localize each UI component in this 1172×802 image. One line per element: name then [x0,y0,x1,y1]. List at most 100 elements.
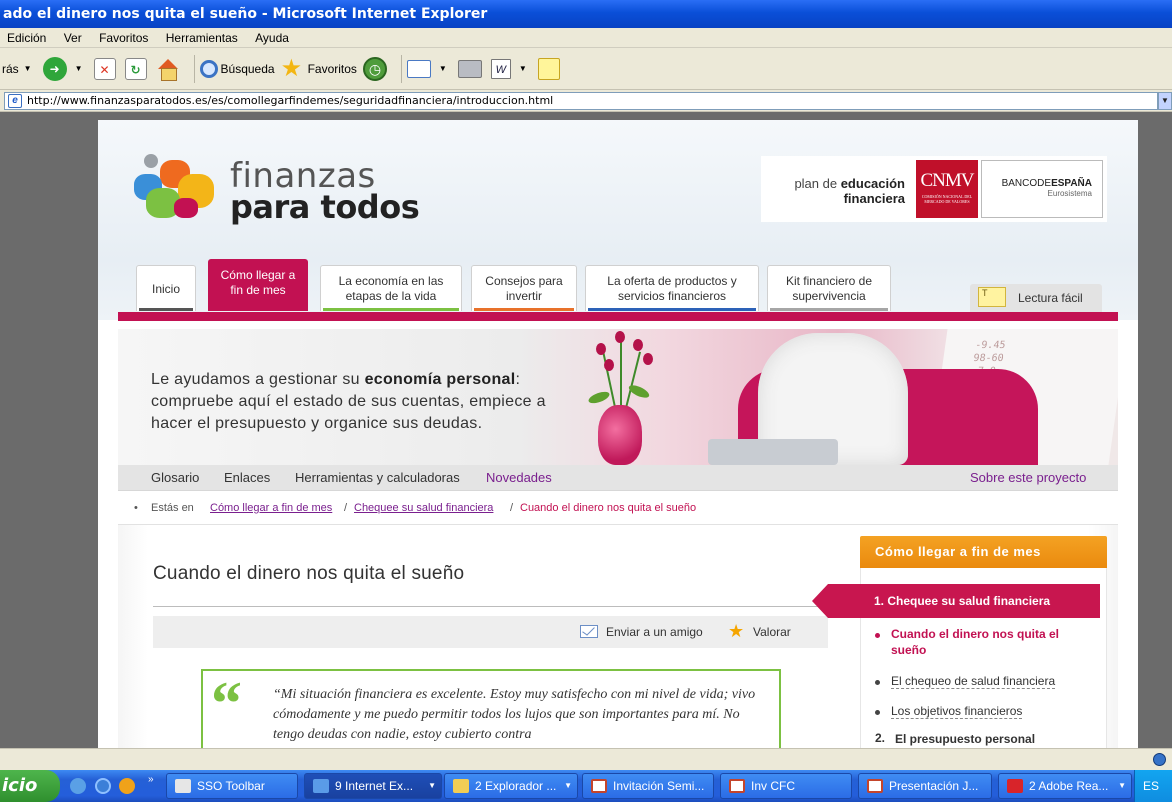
ie-page-icon: e [8,94,22,108]
bde-text-de: DE [1037,178,1052,189]
subnav-novedades[interactable]: Novedades [486,465,552,491]
vertical-scrollbar[interactable] [1158,112,1172,748]
breadcrumb-link-como-llegar[interactable]: Cómo llegar a fin de mes [210,491,332,525]
taskbar-presentacion[interactable]: Presentación J... [858,773,992,799]
cnmv-logo-text: CNMV [920,170,974,191]
quicklaunch-more-icon[interactable]: » [148,774,154,785]
taskbar-button-label: Inv CFC [751,779,796,793]
tab-consejos-line2: invertir [505,289,542,303]
taskbar-internet-explorer[interactable]: 9 Internet Ex... ▼ [304,773,442,799]
rate-link[interactable]: Valorar [753,616,791,648]
breadcrumb-link-chequee[interactable]: Chequee su salud financiera [354,491,493,525]
forward-arrow-icon: ➜ [42,56,67,81]
home-button[interactable] [156,57,183,81]
start-button[interactable]: icio [0,770,60,802]
quicklaunch-icon[interactable] [70,778,86,794]
system-tray[interactable]: ES [1134,770,1172,802]
tab-economia-etapas[interactable]: La economía en las etapas de la vida [320,265,462,311]
flower-icon [596,343,606,355]
search-label: Búsqueda [220,61,275,76]
tab-kit-financiero[interactable]: Kit financiero de supervivencia [767,265,891,311]
sidebar-item-cuando-dinero[interactable]: Cuando el dinero nos quita el sueño [891,626,1081,658]
subnav-herramientas[interactable]: Herramientas y calculadoras [295,465,460,491]
note-icon [537,57,560,80]
tab-inicio-underline [139,308,193,311]
menu-ayuda[interactable]: Ayuda [248,28,296,48]
address-dropdown-icon[interactable]: ▼ [1158,92,1172,110]
site-logo[interactable]: finanzas para todos [134,154,434,234]
web-page: finanzas para todos plan de educación fi… [98,120,1138,748]
taskbar-sso-toolbar[interactable]: SSO Toolbar [166,773,298,799]
subnav-glosario[interactable]: Glosario [151,465,199,491]
breadcrumb-separator: / [344,502,348,514]
edit-dropdown-icon[interactable]: ▼ [519,64,527,73]
ie-quicklaunch-icon[interactable] [95,778,111,794]
flower-icon [615,331,625,343]
partner-logos: plan de educación financiera CNMV COMISIÓ… [761,156,1107,222]
sidebar-item-chequee[interactable]: 1. Chequee su salud financiera [812,584,1100,618]
page-title: Cuando el dinero nos quita el sueño [153,563,465,584]
forward-button[interactable]: ➜ ▼ [42,56,88,81]
subnav-sobre-proyecto[interactable]: Sobre este proyecto [970,465,1086,491]
tab-consejos-invertir[interactable]: Consejos para invertir [471,265,577,311]
back-dropdown-icon[interactable]: ▼ [24,64,32,73]
vase-image [598,405,642,465]
menu-ver[interactable]: Ver [57,28,89,48]
sidebar-item-chequeo[interactable]: El chequeo de salud financiera [891,673,1056,689]
chevron-down-icon: ▼ [428,781,436,790]
taskbar-adobe-reader[interactable]: 2 Adobe Rea... ▼ [998,773,1132,799]
sidebar-bullet [875,710,880,715]
history-button[interactable]: ◷ [362,56,390,81]
favorites-label: Favoritos [307,61,357,76]
stop-button[interactable]: ✕ [93,57,119,80]
notes-button[interactable] [537,57,563,80]
lectura-facil-button[interactable]: T Lectura fácil [970,284,1102,312]
powerpoint-icon [729,779,745,793]
refresh-button[interactable]: ↻ [124,57,150,80]
address-input[interactable]: http://www.finanzasparatodos.es/es/comol… [4,92,1158,110]
favorites-button[interactable]: ★ Favoritos [281,56,357,81]
tab-inicio[interactable]: Inicio [136,265,196,311]
sidebar-item-objetivos[interactable]: Los objetivos financieros [891,703,1023,719]
tab-como-llegar[interactable]: Cómo llegar a fin de mes [208,259,308,311]
taskbar-button-label: 2 Explorador ... [475,779,557,793]
menu-favoritos[interactable]: Favoritos [92,28,155,48]
chevron-down-icon: ▼ [564,781,572,790]
logo-text-para-todos: para todos [230,188,420,226]
edit-button[interactable]: W ▼ [490,58,532,79]
forward-dropdown-icon[interactable]: ▼ [75,64,83,73]
print-button[interactable] [457,59,485,78]
bde-text-espana: ESPAÑA [1051,178,1092,189]
sidebar-heading[interactable]: Cómo llegar a fin de mes [860,536,1107,568]
refresh-icon: ↻ [124,57,147,80]
menu-edicion[interactable]: Edición [0,28,53,48]
search-button[interactable]: Búsqueda [199,59,275,78]
tab-oferta-underline [588,308,756,311]
language-indicator[interactable]: ES [1143,779,1159,793]
taskbar-invitacion[interactable]: Invitación Semi... [582,773,714,799]
menu-herramientas[interactable]: Herramientas [159,28,245,48]
back-button[interactable]: rás ▼ [2,62,37,76]
banco-de-espana-logo[interactable]: BANCODEESPAÑA Eurosistema [981,160,1103,218]
tab-economia-line1: La economía en las [338,274,444,288]
mail-button[interactable]: ▼ [406,59,452,78]
toolbar-separator [400,54,402,83]
lectura-facil-label: Lectura fácil [1018,291,1083,305]
taskbar-explorador[interactable]: 2 Explorador ... ▼ [444,773,578,799]
taskbar-button-label: SSO Toolbar [197,779,265,793]
media-quicklaunch-icon[interactable] [119,778,135,794]
tab-consejos-line1: Consejos para [485,274,563,288]
flower-stem [620,339,622,409]
tab-oferta-productos[interactable]: La oferta de productos y servicios finan… [585,265,759,311]
taskbar-inv-cfc[interactable]: Inv CFC [720,773,852,799]
cnmv-logo[interactable]: CNMV COMISIÓN NACIONAL DEL MERCADO DE VAL… [916,160,978,218]
send-to-friend-link[interactable]: Enviar a un amigo [606,616,703,648]
sidebar-number: 2. [875,731,886,745]
plan-text-line2: financiera [843,191,905,206]
mail-dropdown-icon[interactable]: ▼ [439,64,447,73]
tab-economia-line2: etapas de la vida [345,289,437,303]
toolbar-separator [193,54,195,83]
sidebar-item-presupuesto[interactable]: El presupuesto personal [895,731,1035,747]
subnav-enlaces[interactable]: Enlaces [224,465,270,491]
browser-toolbar: rás ▼ ➜ ▼ ✕ ↻ Búsqueda ★ Favoritos ◷ ▼ W ▼ [0,48,1172,90]
